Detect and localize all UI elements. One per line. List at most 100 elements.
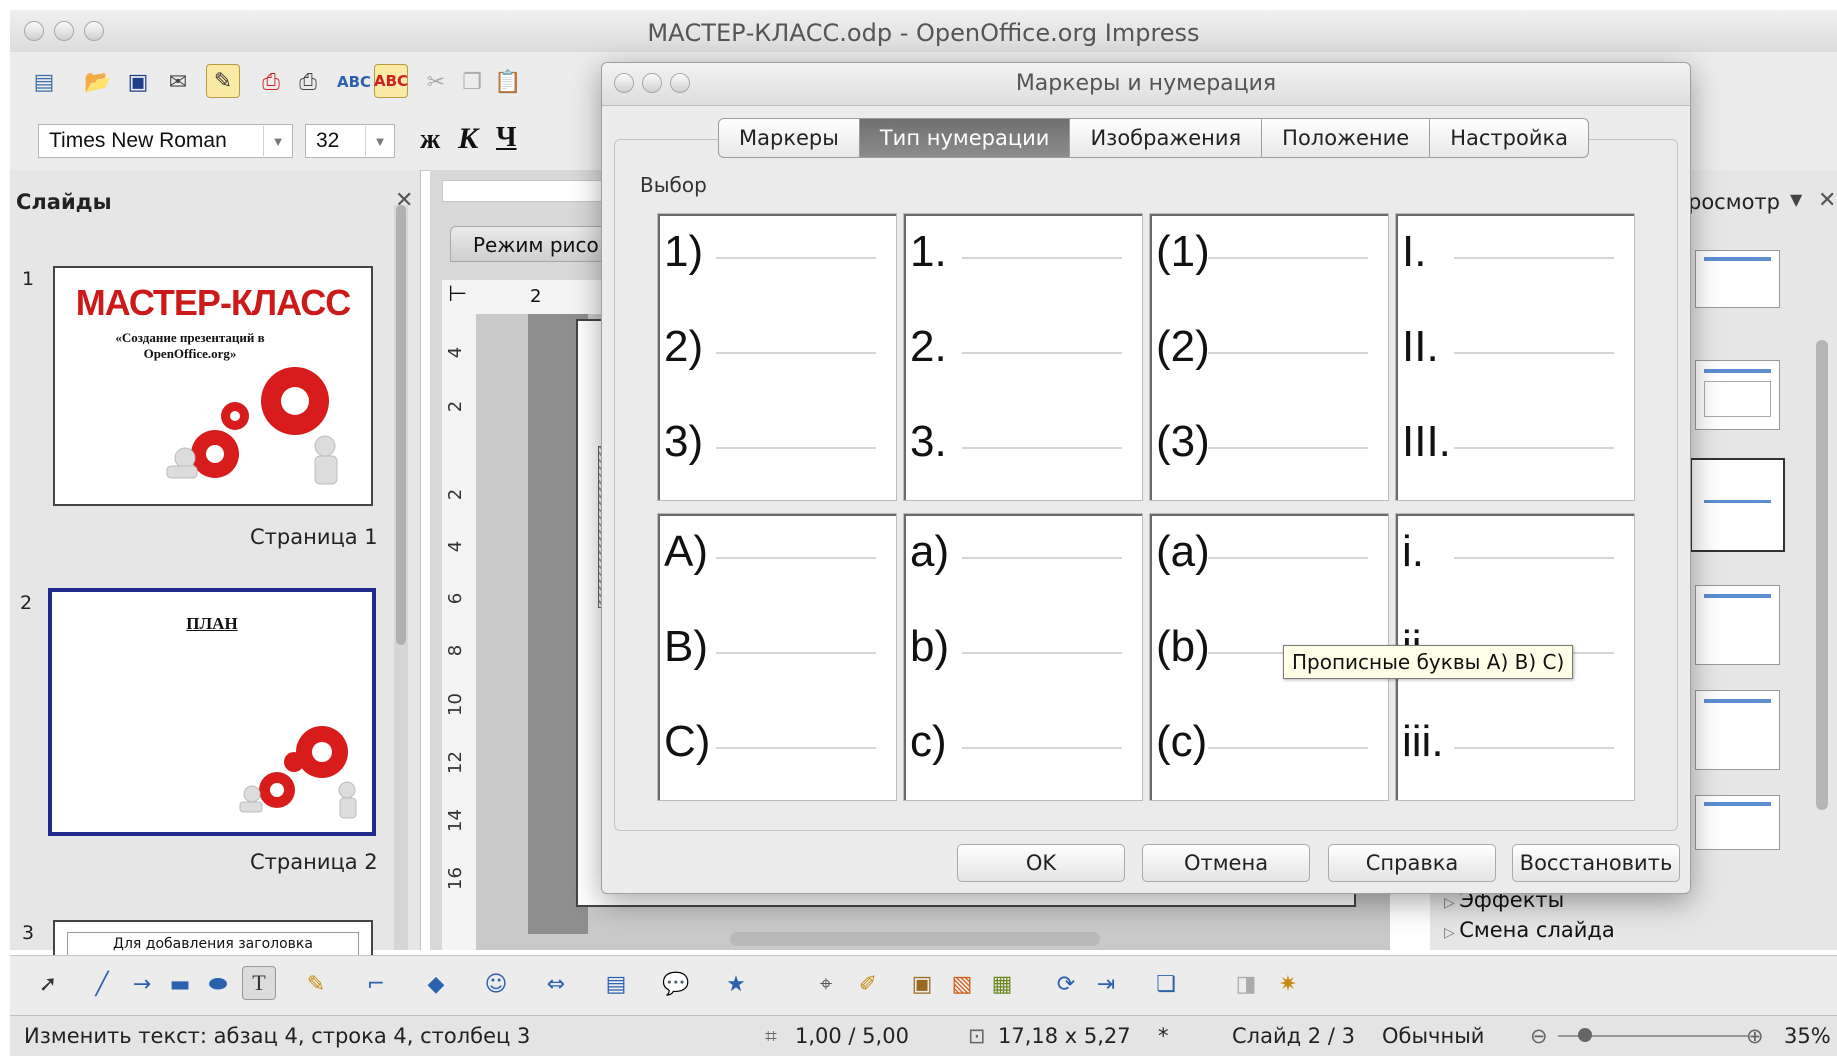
tab-stop-icon[interactable]: ⊢ (448, 282, 467, 307)
effects-icon[interactable]: ✷ (1272, 968, 1304, 1000)
block-arrows-icon[interactable]: ⇔ (540, 968, 572, 1000)
tab-customize[interactable]: Настройка (1429, 118, 1590, 158)
slide-thumbnail-3[interactable]: Для добавления заголовка (53, 920, 373, 960)
fontwork-icon[interactable]: ▣ (906, 968, 938, 1000)
layout-thumb[interactable] (1695, 795, 1780, 850)
ellipse-icon[interactable]: ⬬ (202, 968, 234, 1000)
tab-bullets[interactable]: Маркеры (718, 118, 860, 158)
layout-thumb[interactable] (1695, 690, 1780, 770)
curve-icon[interactable]: ✎ (300, 968, 332, 1000)
text-tool-icon[interactable]: T (242, 966, 276, 1000)
layout-thumb[interactable] (1695, 360, 1780, 430)
numbering-option-row: c) (910, 712, 1136, 772)
email-icon[interactable]: ✉ (162, 66, 194, 98)
copy-icon[interactable]: ❐ (456, 66, 488, 98)
tab-graphics[interactable]: Изображения (1069, 118, 1263, 158)
chevron-down-icon[interactable]: ▼ (1790, 190, 1802, 209)
points-icon[interactable]: ⌖ (810, 968, 842, 1000)
drawing-toolbar: ➚ ╱ → ▬ ⬬ T ✎ ⌐ ◆ ☺ ⇔ ▤ 💬 ★ ⌖ ✐ ▣ ▧ ▦ ⟳ … (10, 955, 1837, 1016)
placeholder-line (962, 352, 1122, 354)
paste-icon[interactable]: 📋 (492, 66, 524, 98)
select-arrow-icon[interactable]: ➚ (32, 968, 64, 1000)
tab-position[interactable]: Положение (1261, 118, 1431, 158)
layout-thumb[interactable] (1695, 585, 1780, 665)
edit-file-icon[interactable]: ✎ (206, 64, 240, 98)
italic-button[interactable]: К (458, 122, 478, 156)
connector-icon[interactable]: ⌐ (360, 968, 392, 1000)
zoom-in-icon[interactable]: ⊕ (1746, 1024, 1764, 1048)
callouts-icon[interactable]: 💬 (660, 968, 692, 1000)
numbering-label: (c) (1156, 717, 1208, 766)
gallery-icon[interactable]: ▦ (986, 968, 1018, 1000)
section-slide-transition[interactable]: ▷ Смена слайда (1444, 918, 1615, 942)
stars-icon[interactable]: ★ (720, 968, 752, 1000)
layout-thumb[interactable] (1695, 250, 1780, 308)
basic-shapes-icon[interactable]: ◆ (420, 968, 452, 1000)
align-icon[interactable]: ⇥ (1090, 968, 1122, 1000)
export-pdf-icon[interactable]: ⎙ (255, 66, 287, 98)
status-slide: Слайд 2 / 3 (1232, 1024, 1355, 1048)
tab-numbering-type[interactable]: Тип нумерации (858, 118, 1071, 158)
symbol-shapes-icon[interactable]: ☺ (480, 968, 512, 1000)
placeholder-line (962, 447, 1122, 449)
placeholder-line (1454, 257, 1614, 259)
ruler-v-label: 14 (444, 809, 466, 832)
rectangle-icon[interactable]: ▬ (164, 968, 196, 1000)
save-icon[interactable]: ▣ (122, 66, 154, 98)
task-pane-sections: ▷ Эффекты ▷ Смена слайда (1430, 886, 1837, 950)
numbering-label: 2. (910, 322, 947, 371)
reset-button[interactable]: Восстановить (1512, 844, 1680, 882)
numbering-option[interactable]: 1) 2) 3) (657, 213, 897, 501)
arrange-icon[interactable]: ❏ (1150, 968, 1182, 1000)
chevron-down-icon[interactable]: ▼ (263, 126, 292, 156)
close-pane-icon[interactable]: ✕ (1818, 188, 1836, 213)
underline-button[interactable]: Ч (496, 122, 517, 154)
line-icon[interactable]: ╱ (86, 968, 118, 1000)
cut-icon[interactable]: ✂ (420, 66, 452, 98)
placeholder-line (716, 447, 876, 449)
numbering-option[interactable]: a) b) c) (903, 513, 1143, 801)
zoom-slider-thumb[interactable] (1578, 1028, 1592, 1042)
chevron-down-icon[interactable]: ▼ (365, 126, 394, 156)
help-button[interactable]: Справка (1328, 844, 1496, 882)
numbering-option[interactable]: I. II. III. (1395, 213, 1635, 501)
flowchart-icon[interactable]: ▤ (600, 968, 632, 1000)
ruler-v-label: 10 (444, 693, 466, 716)
numbering-option[interactable]: 1. 2. 3. (903, 213, 1143, 501)
zoom-out-icon[interactable]: ⊖ (1530, 1024, 1548, 1048)
numbering-option[interactable]: (1) (2) (3) (1149, 213, 1389, 501)
numbering-option-row: i. (1402, 522, 1628, 582)
extrusion-icon[interactable]: ◨ (1230, 968, 1262, 1000)
from-file-icon[interactable]: ▧ (946, 968, 978, 1000)
autospellcheck-icon[interactable]: ABC (374, 64, 408, 98)
slide-thumbnail-2[interactable]: ПЛАН (48, 588, 376, 836)
numbering-label: 2) (664, 322, 704, 371)
slide-thumbnail-1[interactable]: МАСТЕР-КЛАСС «Создание презентаций в Ope… (53, 266, 373, 506)
cancel-button[interactable]: Отмена (1142, 844, 1310, 882)
position-icon: ⌗ (765, 1024, 777, 1048)
numbering-label: iii. (1402, 717, 1444, 766)
glue-points-icon[interactable]: ✐ (852, 968, 884, 1000)
task-pane-scrollbar[interactable] (1816, 340, 1828, 810)
numbering-option-row: 3) (664, 412, 890, 472)
bold-button[interactable]: ж (420, 124, 440, 156)
placeholder-line (1208, 557, 1368, 559)
numbering-label: 1. (910, 227, 947, 276)
rotate-icon[interactable]: ⟳ (1050, 968, 1082, 1000)
window-titlebar: МАСТЕР-КЛАСС.odp - OpenOffice.org Impres… (10, 10, 1837, 53)
spellcheck-icon[interactable]: ABC (337, 66, 371, 98)
slides-scrollbar[interactable] (394, 205, 408, 950)
arrow-line-icon[interactable]: → (126, 968, 158, 1000)
open-folder-icon[interactable]: 📂 (82, 66, 114, 98)
horizontal-scrollbar[interactable] (730, 932, 1100, 946)
new-document-icon[interactable]: ▤ (28, 66, 60, 98)
status-position: 1,00 / 5,00 (795, 1024, 909, 1048)
font-name-combo[interactable]: Times New Roman ▼ (38, 124, 293, 158)
font-size-combo[interactable]: 32 ▼ (305, 124, 395, 158)
ok-button[interactable]: OK (957, 844, 1125, 882)
numbering-option[interactable]: A) B) C) (657, 513, 897, 801)
ruler-v-label: 2 (445, 488, 467, 501)
numbering-label: (3) (1156, 417, 1210, 466)
print-icon[interactable]: ⎙ (292, 66, 324, 98)
layout-thumb-selected[interactable] (1690, 458, 1785, 552)
